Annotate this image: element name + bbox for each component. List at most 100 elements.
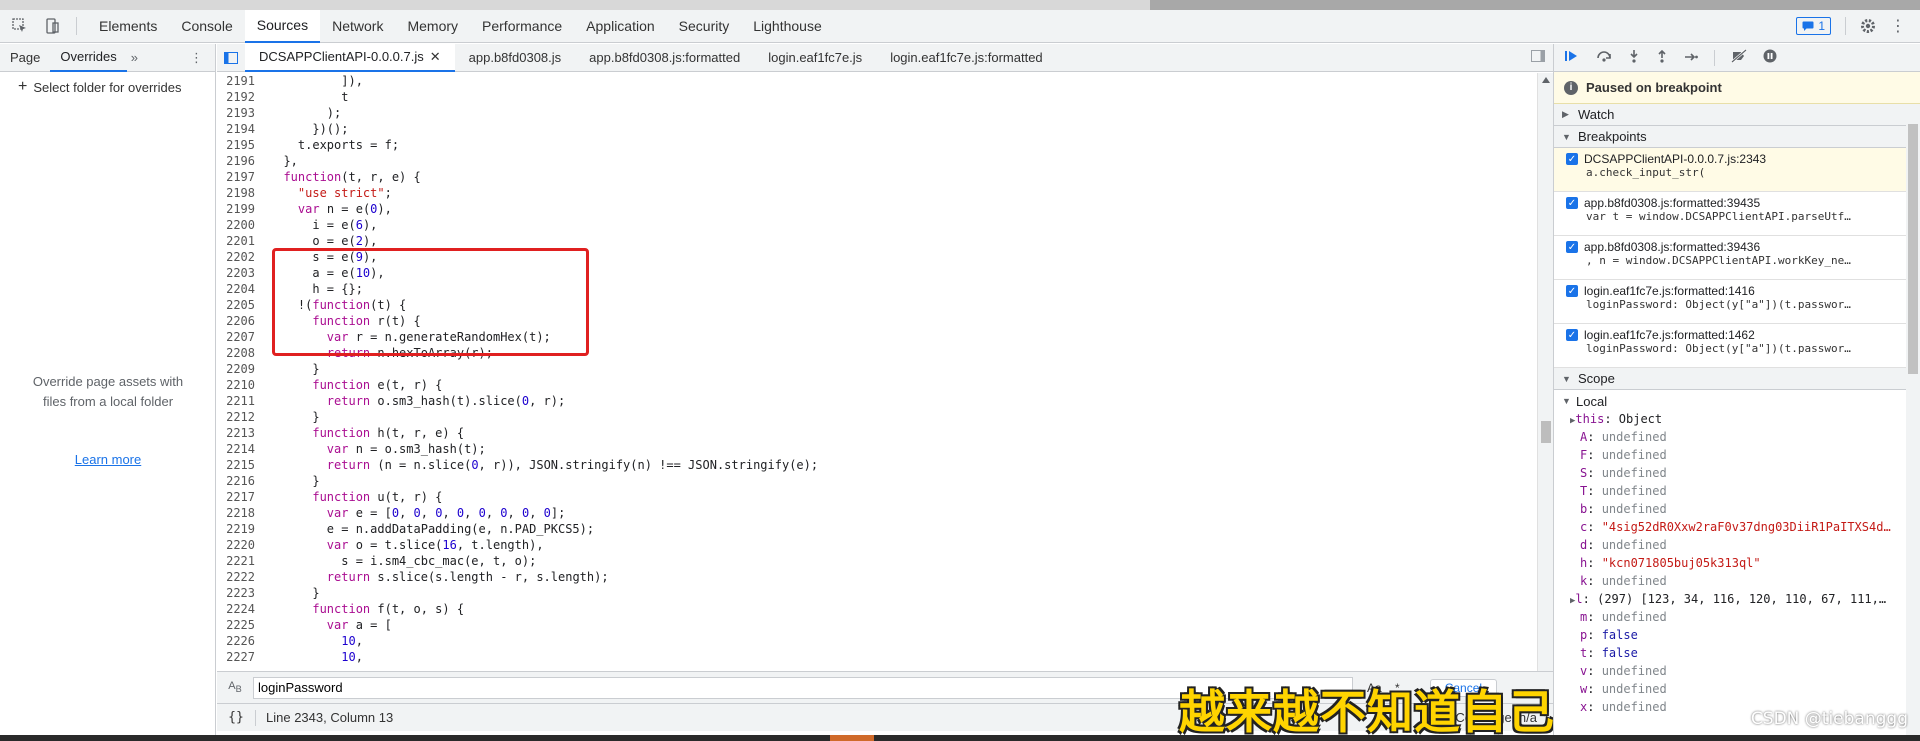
code-line[interactable]: 2224 function f(t, o, s) { bbox=[217, 601, 1537, 617]
breakpoint-item[interactable]: ✓ login.eaf1fc7e.js:formatted:1416 loginPa… bbox=[1554, 280, 1920, 324]
watch-section-header[interactable]: ▶ Watch bbox=[1554, 104, 1920, 126]
line-number[interactable]: 2209 bbox=[217, 361, 261, 377]
line-number[interactable]: 2225 bbox=[217, 617, 261, 633]
checkbox-checked-icon[interactable]: ✓ bbox=[1566, 197, 1578, 209]
breakpoint-item[interactable]: ✓ app.b8fd0308.js:formatted:39435 var t = … bbox=[1554, 192, 1920, 236]
breakpoint-item[interactable]: ✓ DCSAPPClientAPI-0.0.0.7.js:2343 a.check_… bbox=[1554, 148, 1920, 192]
code-line[interactable]: 2219 e = n.addDataPadding(e, n.PAD_PKCS5… bbox=[217, 521, 1537, 537]
tab-sources[interactable]: Sources bbox=[244, 9, 321, 43]
tab-network[interactable]: Network bbox=[320, 10, 395, 43]
scope-variable[interactable]: A: undefined bbox=[1554, 428, 1914, 446]
tab-memory[interactable]: Memory bbox=[395, 10, 470, 43]
code-line[interactable]: 2227 10, bbox=[217, 649, 1537, 665]
step-over-icon[interactable] bbox=[1596, 49, 1612, 66]
code-line[interactable]: 2222 return s.slice(s.length - r, s.leng… bbox=[217, 569, 1537, 585]
code-line[interactable]: 2215 return (n = n.slice(0, r)), JSON.st… bbox=[217, 457, 1537, 473]
scroll-up-arrow-icon[interactable] bbox=[1542, 77, 1550, 83]
scrollbar-thumb[interactable] bbox=[1908, 124, 1918, 374]
learn-more-link[interactable]: Learn more bbox=[0, 452, 216, 467]
line-number[interactable]: 2193 bbox=[217, 105, 261, 121]
scope-variable[interactable]: S: undefined bbox=[1554, 464, 1914, 482]
line-number[interactable]: 2213 bbox=[217, 425, 261, 441]
checkbox-checked-icon[interactable]: ✓ bbox=[1566, 285, 1578, 297]
issues-badge[interactable]: 1 bbox=[1796, 17, 1831, 35]
device-toolbar-icon[interactable] bbox=[40, 14, 64, 38]
code-line[interactable]: 2191 ]), bbox=[217, 73, 1537, 89]
code-line[interactable]: 2213 function h(t, r, e) { bbox=[217, 425, 1537, 441]
more-options-icon[interactable]: ⋮ bbox=[1890, 16, 1906, 36]
code-line[interactable]: 2192 t bbox=[217, 89, 1537, 105]
breakpoint-item[interactable]: ✓ app.b8fd0308.js:formatted:39436, n = wi… bbox=[1554, 236, 1920, 280]
line-number[interactable]: 2218 bbox=[217, 505, 261, 521]
tab-overrides[interactable]: Overrides bbox=[50, 44, 127, 72]
file-tab-dcsappclientapi[interactable]: DCSAPPClientAPI-0.0.0.7.js ✕ bbox=[245, 43, 455, 72]
step-out-icon[interactable] bbox=[1656, 49, 1668, 66]
tab-performance[interactable]: Performance bbox=[470, 10, 574, 43]
code-line[interactable]: 2218 var e = [0, 0, 0, 0, 0, 0, 0, 0]; bbox=[217, 505, 1537, 521]
toggle-debugger-icon[interactable] bbox=[1531, 50, 1545, 65]
deactivate-breakpoints-icon[interactable] bbox=[1731, 49, 1747, 66]
file-tab-app-formatted[interactable]: app.b8fd0308.js:formatted bbox=[575, 44, 754, 72]
file-tab-app[interactable]: app.b8fd0308.js bbox=[455, 44, 576, 72]
line-number[interactable]: 2224 bbox=[217, 601, 261, 617]
pause-on-exceptions-icon[interactable] bbox=[1763, 49, 1777, 66]
line-number[interactable]: 2227 bbox=[217, 649, 261, 665]
line-number[interactable]: 2207 bbox=[217, 329, 261, 345]
code-line[interactable]: 2206 function r(t) { bbox=[217, 313, 1537, 329]
line-number[interactable]: 2204 bbox=[217, 281, 261, 297]
code-line[interactable]: 2194 })(); bbox=[217, 121, 1537, 137]
checkbox-checked-icon[interactable]: ✓ bbox=[1566, 241, 1578, 253]
tab-console[interactable]: Console bbox=[169, 10, 244, 43]
select-folder-button[interactable]: + Select folder for overrides bbox=[0, 72, 215, 102]
code-line[interactable]: 2226 10, bbox=[217, 633, 1537, 649]
code-line[interactable]: 2197 function(t, r, e) { bbox=[217, 169, 1537, 185]
code-view[interactable]: 2191 ]), 2192 t 2193 ); 2194 })(); 2195 t.ex… bbox=[217, 73, 1537, 671]
line-number[interactable]: 2195 bbox=[217, 137, 261, 153]
code-line[interactable]: 2217 function u(t, r) { bbox=[217, 489, 1537, 505]
line-number[interactable]: 2194 bbox=[217, 121, 261, 137]
scope-variable[interactable]: p: false bbox=[1554, 626, 1914, 644]
checkbox-checked-icon[interactable]: ✓ bbox=[1566, 153, 1578, 165]
pretty-print-button[interactable]: {} bbox=[217, 710, 255, 725]
code-line[interactable]: 2209 } bbox=[217, 361, 1537, 377]
line-number[interactable]: 2192 bbox=[217, 89, 261, 105]
scope-variable[interactable]: F: undefined bbox=[1554, 446, 1914, 464]
line-number[interactable]: 2223 bbox=[217, 585, 261, 601]
code-line[interactable]: 2198 "use strict"; bbox=[217, 185, 1537, 201]
scrollbar-thumb[interactable] bbox=[1541, 421, 1551, 443]
line-number[interactable]: 2200 bbox=[217, 217, 261, 233]
checkbox-checked-icon[interactable]: ✓ bbox=[1566, 329, 1578, 341]
code-line[interactable]: 2199 var n = e(0), bbox=[217, 201, 1537, 217]
code-line[interactable]: 2223 } bbox=[217, 585, 1537, 601]
tab-page[interactable]: Page bbox=[0, 44, 50, 72]
scope-section-header[interactable]: ▼ Scope bbox=[1554, 368, 1920, 390]
tab-application[interactable]: Application bbox=[574, 10, 667, 43]
code-line[interactable]: 2212 } bbox=[217, 409, 1537, 425]
sidebar-scrollbar[interactable] bbox=[1906, 104, 1920, 741]
line-number[interactable]: 2222 bbox=[217, 569, 261, 585]
line-number[interactable]: 2202 bbox=[217, 249, 261, 265]
line-number[interactable]: 2206 bbox=[217, 313, 261, 329]
line-number[interactable]: 2215 bbox=[217, 457, 261, 473]
line-number[interactable]: 2220 bbox=[217, 537, 261, 553]
code-line[interactable]: 2196 }, bbox=[217, 153, 1537, 169]
code-line[interactable]: 2214 var n = o.sm3_hash(t); bbox=[217, 441, 1537, 457]
close-tab-icon[interactable]: ✕ bbox=[430, 49, 441, 65]
scope-variable[interactable]: k: undefined bbox=[1554, 572, 1914, 590]
code-line[interactable]: 2211 return o.sm3_hash(t).slice(0, r); bbox=[217, 393, 1537, 409]
line-number[interactable]: 2197 bbox=[217, 169, 261, 185]
code-line[interactable]: 2207 var r = n.generateRandomHex(t); bbox=[217, 329, 1537, 345]
code-line[interactable]: 2202 s = e(9), bbox=[217, 249, 1537, 265]
line-number[interactable]: 2205 bbox=[217, 297, 261, 313]
line-number[interactable]: 2216 bbox=[217, 473, 261, 489]
scope-variable[interactable]: T: undefined bbox=[1554, 482, 1914, 500]
line-number[interactable]: 2226 bbox=[217, 633, 261, 649]
line-number[interactable]: 2214 bbox=[217, 441, 261, 457]
code-line[interactable]: 2220 var o = t.slice(16, t.length), bbox=[217, 537, 1537, 553]
file-tab-login[interactable]: login.eaf1fc7e.js bbox=[754, 44, 876, 72]
code-line[interactable]: 2205 !(function(t) { bbox=[217, 297, 1537, 313]
line-number[interactable]: 2212 bbox=[217, 409, 261, 425]
breakpoints-section-header[interactable]: ▼ Breakpoints bbox=[1554, 126, 1920, 148]
line-number[interactable]: 2196 bbox=[217, 153, 261, 169]
scope-variable[interactable]: m: undefined bbox=[1554, 608, 1914, 626]
